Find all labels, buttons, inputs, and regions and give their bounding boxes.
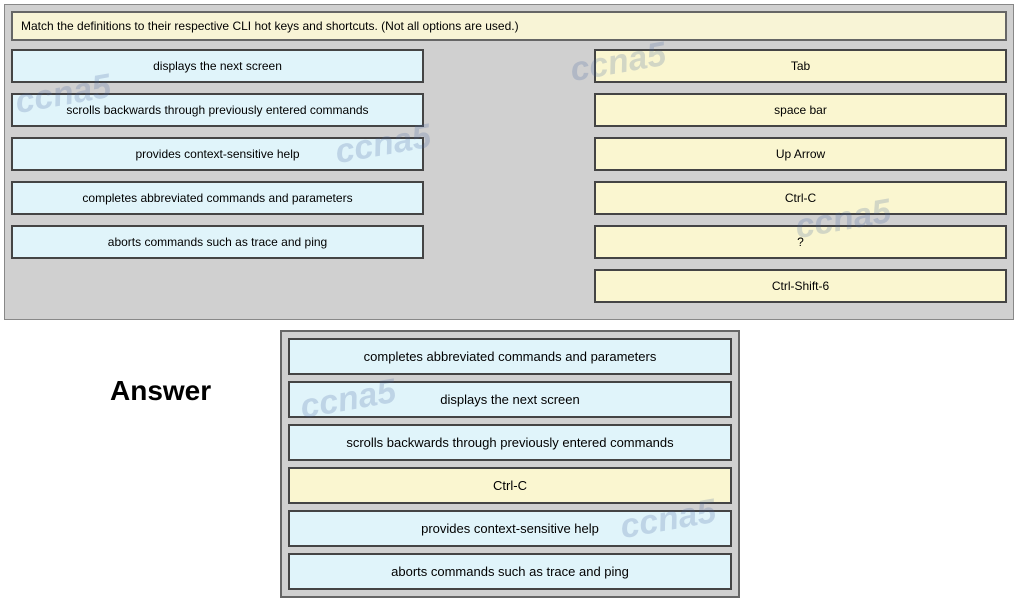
answer-heading: Answer bbox=[110, 375, 280, 407]
definitions-column: displays the next screen scrolls backwar… bbox=[11, 49, 424, 313]
question-area: Match the definitions to their respectiv… bbox=[4, 4, 1014, 320]
definition-item[interactable]: displays the next screen bbox=[11, 49, 424, 83]
match-columns: displays the next screen scrolls backwar… bbox=[11, 49, 1007, 313]
shortcut-item[interactable]: Ctrl-Shift-6 bbox=[594, 269, 1007, 303]
shortcuts-column: Tab space bar Up Arrow Ctrl-C ? Ctrl-Shi… bbox=[594, 49, 1007, 313]
answer-list: completes abbreviated commands and param… bbox=[280, 330, 740, 598]
shortcut-item[interactable]: Ctrl-C bbox=[594, 181, 1007, 215]
shortcut-item[interactable]: Up Arrow bbox=[594, 137, 1007, 171]
shortcut-item[interactable]: ? bbox=[594, 225, 1007, 259]
answer-item: provides context-sensitive help bbox=[288, 510, 732, 547]
shortcut-item[interactable]: Tab bbox=[594, 49, 1007, 83]
definition-item[interactable]: completes abbreviated commands and param… bbox=[11, 181, 424, 215]
definition-item[interactable]: scrolls backwards through previously ent… bbox=[11, 93, 424, 127]
answer-item: scrolls backwards through previously ent… bbox=[288, 424, 732, 461]
answer-item: Ctrl-C bbox=[288, 467, 732, 504]
definition-item[interactable]: aborts commands such as trace and ping bbox=[11, 225, 424, 259]
answer-item: completes abbreviated commands and param… bbox=[288, 338, 732, 375]
answer-item: displays the next screen bbox=[288, 381, 732, 418]
question-header: Match the definitions to their respectiv… bbox=[11, 11, 1007, 41]
answer-section: Answer completes abbreviated commands an… bbox=[0, 330, 1018, 598]
shortcut-item[interactable]: space bar bbox=[594, 93, 1007, 127]
definition-item[interactable]: provides context-sensitive help bbox=[11, 137, 424, 171]
answer-item: aborts commands such as trace and ping bbox=[288, 553, 732, 590]
